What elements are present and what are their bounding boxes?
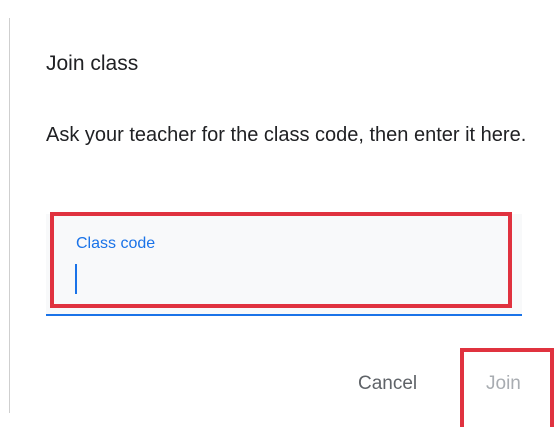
class-code-input[interactable] (76, 260, 496, 294)
dialog-instructions: Ask your teacher for the class code, the… (46, 124, 527, 146)
class-code-label: Class code (76, 235, 156, 252)
dialog-left-edge (9, 18, 10, 413)
dialog-title: Join class (46, 52, 139, 75)
class-code-underline (46, 314, 522, 316)
class-code-field[interactable]: Class code (46, 214, 522, 316)
join-button[interactable]: Join (474, 364, 533, 404)
text-cursor (75, 264, 77, 294)
cancel-button[interactable]: Cancel (346, 364, 429, 404)
